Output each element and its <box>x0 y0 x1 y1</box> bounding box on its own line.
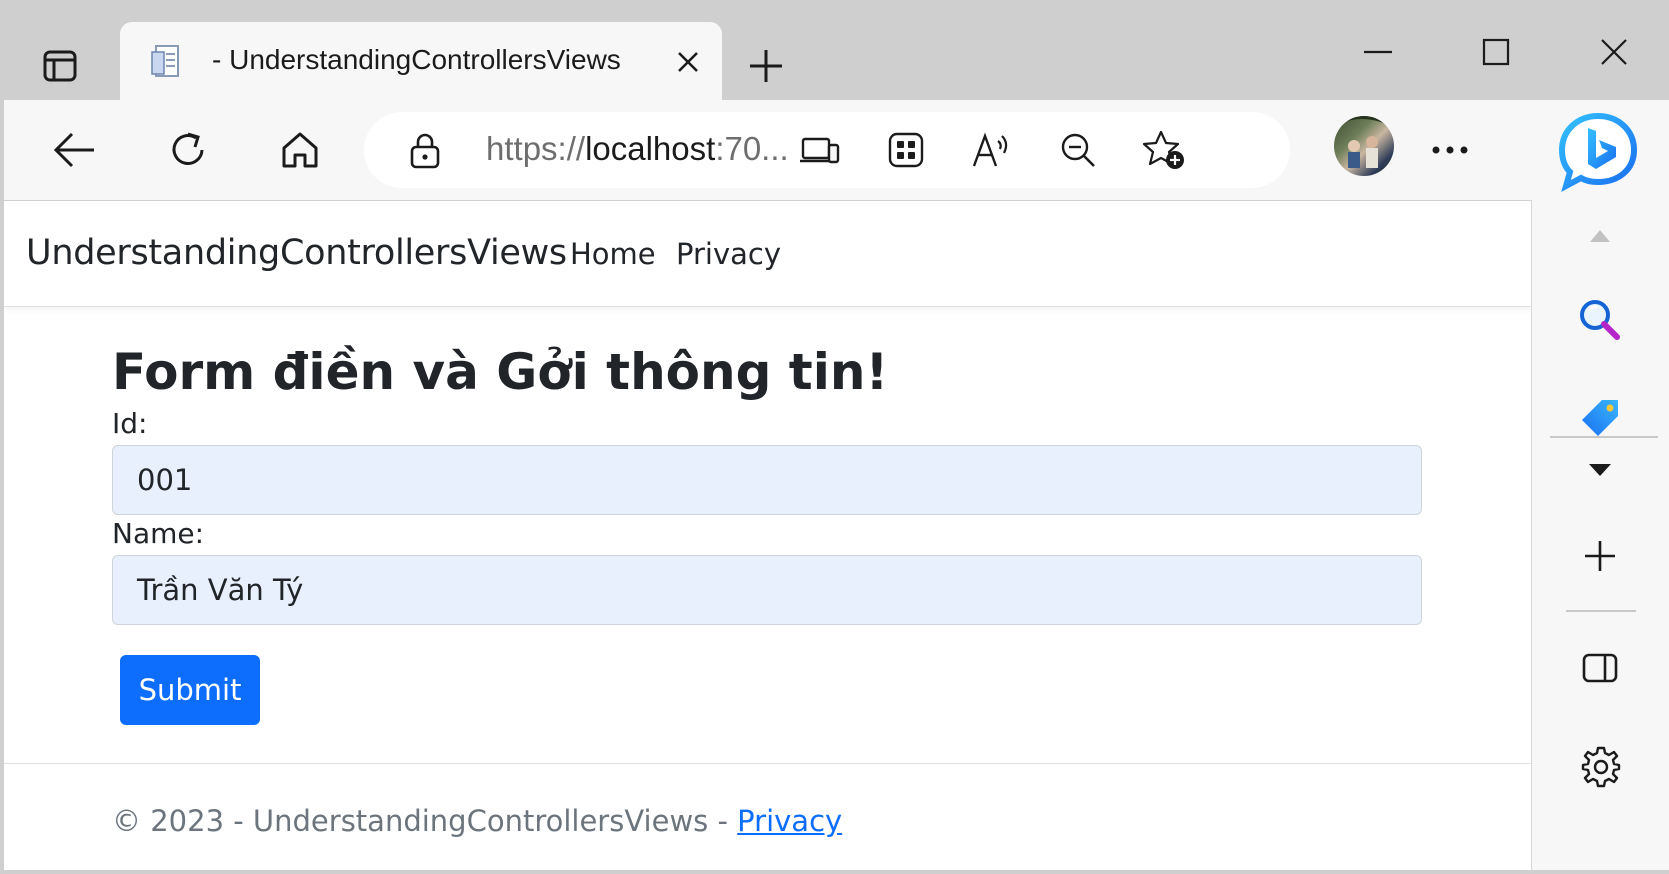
copilot-button[interactable] <box>1556 110 1640 194</box>
url-port: :70... <box>715 130 789 167</box>
sidebar-add[interactable] <box>1566 526 1634 586</box>
sidebar-separator <box>1550 436 1658 438</box>
tab-actions-icon <box>43 50 77 82</box>
nav-link-home[interactable]: Home <box>570 237 656 271</box>
document-favicon-icon <box>148 42 188 86</box>
minimize-icon <box>1364 50 1392 54</box>
back-button[interactable] <box>46 122 102 178</box>
maximize-icon <box>1482 38 1510 66</box>
tab-title: - UnderstandingControllersViews <box>212 44 621 75</box>
sidebar-scroll-up[interactable] <box>1566 206 1634 266</box>
url-scheme: https:// <box>486 130 586 167</box>
more-icon <box>1432 146 1468 154</box>
minimize-button[interactable] <box>1356 30 1400 74</box>
submit-button[interactable]: Submit <box>120 655 260 725</box>
page-viewport: UnderstandingControllersViews Home Priva… <box>4 200 1531 874</box>
url-text[interactable]: https://localhost:70... <box>486 130 789 168</box>
add-favorite-icon <box>1142 130 1184 169</box>
settings-icon <box>1581 746 1621 788</box>
read-aloud-button[interactable] <box>968 128 1016 172</box>
site-navbar: UnderstandingControllersViews Home Priva… <box>4 201 1531 307</box>
sidebar-shopping[interactable] <box>1566 388 1634 448</box>
close-icon <box>1601 39 1627 65</box>
apps-button[interactable] <box>882 128 930 172</box>
maximize-button[interactable] <box>1474 30 1518 74</box>
footer-copyright: © 2023 - UnderstandingControllersViews - <box>112 804 738 838</box>
scroll-up-icon <box>1590 230 1610 242</box>
footer-privacy-link[interactable]: Privacy <box>737 804 842 838</box>
browser-titlebar: - UnderstandingControllersViews <box>0 0 1669 102</box>
devices-icon <box>800 137 840 164</box>
name-input-value: Trần Văn Tý <box>137 573 304 607</box>
search-icon <box>1580 300 1620 340</box>
close-window-button[interactable] <box>1592 30 1636 74</box>
plus-icon <box>1585 541 1615 571</box>
sidebar-separator <box>1566 610 1636 612</box>
home-icon <box>282 132 318 168</box>
tab-actions-button[interactable] <box>38 44 82 88</box>
zoom-out-button[interactable] <box>1054 128 1102 172</box>
refresh-button[interactable] <box>160 122 216 178</box>
devices-button[interactable] <box>796 128 844 172</box>
sidebar-settings[interactable] <box>1566 736 1634 796</box>
id-label: Id: <box>112 407 148 440</box>
nav-link-privacy[interactable]: Privacy <box>676 237 781 271</box>
name-input[interactable]: Trần Văn Tý <box>112 555 1422 625</box>
lock-icon[interactable] <box>408 132 442 174</box>
browser-sidebar <box>1531 200 1669 874</box>
footer-text: © 2023 - UnderstandingControllersViews -… <box>112 804 842 838</box>
apps-grid-icon <box>888 132 924 168</box>
new-tab-button[interactable] <box>742 42 790 90</box>
close-tab-button[interactable] <box>668 42 708 82</box>
id-input-value: 001 <box>137 463 193 497</box>
sidebar-panel-toggle[interactable] <box>1566 638 1634 698</box>
sidebar-panel-icon <box>1582 653 1618 683</box>
sidebar-search[interactable] <box>1566 290 1634 350</box>
id-input[interactable]: 001 <box>112 445 1422 515</box>
browser-toolbar: https://localhost:70... <box>0 100 1669 200</box>
plus-icon <box>750 50 782 82</box>
profile-avatar[interactable] <box>1334 116 1394 176</box>
back-arrow-icon <box>53 132 94 168</box>
site-brand-link[interactable]: UnderstandingControllersViews <box>26 233 567 273</box>
home-button[interactable] <box>272 122 328 178</box>
window-frame-bottom <box>0 870 1669 874</box>
address-bar[interactable]: https://localhost:70... <box>364 112 1290 188</box>
dropdown-icon <box>1589 464 1611 476</box>
add-favorite-button[interactable] <box>1140 128 1188 172</box>
bing-copilot-icon <box>1558 112 1638 192</box>
sidebar-dropdown[interactable] <box>1566 440 1634 500</box>
url-host: localhost <box>585 130 716 167</box>
more-button[interactable] <box>1422 122 1478 178</box>
browser-tab-active[interactable]: - UnderstandingControllersViews <box>120 22 722 102</box>
site-footer: © 2023 - UnderstandingControllersViews -… <box>4 763 1531 874</box>
shopping-tag-icon <box>1582 400 1618 436</box>
close-icon <box>678 52 698 72</box>
name-label: Name: <box>112 517 205 550</box>
read-aloud-icon <box>972 132 1008 167</box>
refresh-icon <box>172 132 204 165</box>
zoom-out-icon <box>1061 133 1095 167</box>
page-title: Form điền và Gởi thông tin! <box>112 343 889 401</box>
